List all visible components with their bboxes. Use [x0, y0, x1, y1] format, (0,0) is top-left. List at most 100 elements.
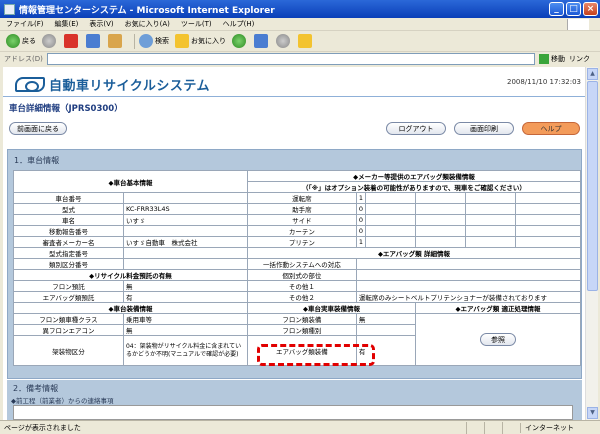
airbag-cell: [464, 236, 516, 248]
recycle-label: フロン預託: [13, 280, 124, 292]
search-button[interactable]: 検索: [139, 34, 169, 48]
back-to-previous-button[interactable]: 前画面に戻る: [9, 122, 67, 135]
logout-button[interactable]: ログアウト: [386, 122, 446, 135]
remarks-box: [13, 405, 573, 420]
equipment-value: 無: [122, 324, 248, 336]
field-value: [122, 225, 248, 237]
toolbar-separator: [134, 33, 135, 49]
links-button[interactable]: リンク: [569, 54, 590, 64]
print-toolbar-button[interactable]: [276, 34, 292, 48]
windows-logo-icon: [567, 18, 589, 30]
detail-value: 運転席のみシートベルトプリテンショナーが装備されております: [355, 291, 582, 303]
airbag-cell: [464, 192, 516, 204]
field-label: 車名: [13, 214, 124, 226]
history-button[interactable]: [232, 34, 248, 48]
field-label: 審査者メーカー名: [13, 236, 124, 248]
mail-button[interactable]: [254, 34, 270, 48]
recycle-logo-icon: [15, 77, 45, 92]
status-message: ページが表示されました: [4, 423, 81, 432]
minimize-button[interactable]: _: [549, 2, 564, 16]
menu-favorites[interactable]: お気に入り(A): [125, 19, 170, 29]
recycle-label: エアバッグ類預託: [13, 291, 124, 303]
airbag-cell: [514, 192, 582, 204]
logo: 自動車リサイクルシステム: [15, 75, 210, 94]
detail-label: 一括作動システムへの対応: [246, 258, 357, 270]
field-label: 移動報告番号: [13, 225, 124, 237]
actual-value: [355, 324, 417, 336]
status-bar: ページが表示されました インターネット: [0, 420, 600, 434]
page-title: 車台詳細情報（JPRS0300）: [9, 104, 123, 114]
home-button[interactable]: [108, 34, 124, 48]
status-cell: [502, 421, 520, 434]
recycle-value: 無: [122, 280, 248, 292]
ie-icon: [4, 3, 15, 15]
status-cell: [466, 421, 484, 434]
address-input[interactable]: [46, 53, 535, 65]
menu-view[interactable]: 表示(V): [89, 19, 113, 29]
actual-value: 無: [355, 313, 417, 325]
section-title: 2．備考情報: [13, 384, 59, 393]
menu-help[interactable]: ヘルプ(H): [223, 19, 255, 29]
scroll-up-icon[interactable]: ▲: [587, 68, 598, 80]
close-button[interactable]: ×: [583, 2, 598, 16]
action-bar: 前画面に戻る ログアウト 画面印刷 ヘルプ: [3, 120, 585, 136]
help-button[interactable]: ヘルプ: [522, 122, 580, 135]
airbag-count: 0: [355, 214, 367, 226]
field-label: 車台番号: [13, 192, 124, 204]
back-button[interactable]: 戻る: [6, 34, 36, 48]
scroll-thumb[interactable]: [587, 81, 598, 291]
title-bar: 情報管理センターシステム - Microsoft Internet Explor…: [0, 0, 600, 18]
reference-button[interactable]: 参照: [480, 333, 516, 346]
airbag-label: 運転席: [246, 192, 357, 204]
menu-bar: ファイル(F) 編集(E) 表示(V) お気に入り(A) ツール(T) ヘルプ(…: [0, 18, 600, 31]
actual-equipment-header: ◆車台実車装備情報: [246, 302, 417, 314]
stop-button[interactable]: [64, 34, 80, 48]
field-value: [122, 258, 248, 270]
forward-button[interactable]: [42, 34, 58, 48]
search-icon: [139, 34, 153, 48]
favorites-button[interactable]: お気に入り: [175, 34, 226, 48]
airbag-label: サイド: [246, 214, 357, 226]
history-icon: [232, 34, 246, 48]
window-title: 情報管理センターシステム - Microsoft Internet Explor…: [19, 5, 275, 16]
airbag-detail-header: ◆エアバッグ類 詳細情報: [246, 247, 582, 259]
airbag-cell: [365, 214, 416, 226]
print-screen-button[interactable]: 画面印刷: [454, 122, 514, 135]
toolbar: 戻る 検索 お気に入り: [0, 31, 600, 52]
recycle-fee-header: ◆リサイクル料金預託の有無: [13, 269, 248, 281]
airbag-cell: [415, 214, 466, 226]
datetime: 2008/11/10 17:32:03: [506, 78, 581, 86]
menu-edit[interactable]: 編集(E): [55, 19, 79, 29]
address-bar: アドレス(D) 移動 リンク: [0, 52, 600, 66]
maximize-button[interactable]: □: [566, 2, 581, 16]
go-button[interactable]: 移動: [539, 54, 565, 64]
detail-label: その他１: [246, 280, 357, 292]
field-value: いすゞ自動車 株式会社: [122, 236, 248, 248]
maker-airbag-header: ◆メーカー等提供のエアバッグ類装備情報: [246, 170, 582, 182]
airbag-cell: [514, 236, 582, 248]
refresh-icon: [86, 34, 100, 48]
airbag-cell: [415, 236, 466, 248]
proper-processing-header: ◆エアバッグ類 適正処理情報: [415, 302, 581, 314]
menu-tools[interactable]: ツール(T): [181, 19, 212, 29]
field-label: 類別区分番号: [13, 258, 124, 270]
detail-value: [355, 280, 582, 292]
airbag-cell: [464, 225, 516, 237]
home-icon: [108, 34, 122, 48]
menu-file[interactable]: ファイル(F): [6, 19, 44, 29]
back-arrow-icon: [6, 34, 20, 48]
folder-button[interactable]: [298, 34, 314, 48]
field-value: [122, 247, 248, 259]
status-cell: [484, 421, 502, 434]
detail-value: [355, 269, 582, 281]
vertical-scrollbar[interactable]: ▲ ▼: [585, 67, 598, 420]
logo-text: 自動車リサイクルシステム: [49, 79, 210, 94]
airbag-cell: [365, 225, 416, 237]
refresh-button[interactable]: [86, 34, 102, 48]
airbag-label: 助手席: [246, 203, 357, 215]
scroll-down-icon[interactable]: ▼: [587, 407, 598, 419]
airbag-count: 0: [355, 203, 367, 215]
airbag-cell: [365, 236, 416, 248]
remarks-section: 2．備考情報 ◆前工程（前業者）からの連絡事項: [7, 380, 582, 420]
airbag-cell: [514, 225, 582, 237]
